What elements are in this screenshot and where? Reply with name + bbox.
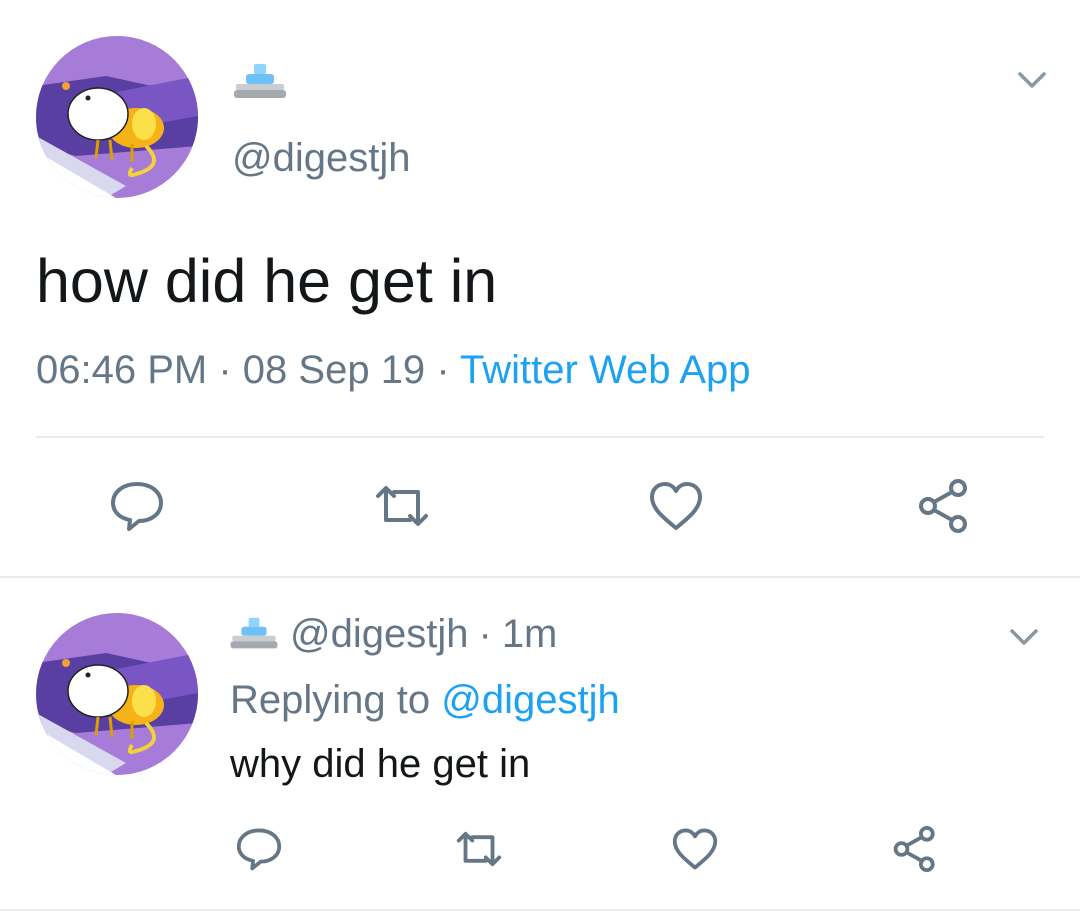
retweet-icon [376, 486, 428, 526]
avatar-image [36, 36, 198, 198]
replying-prefix: Replying to [230, 678, 431, 722]
share-icon [919, 479, 967, 533]
retweet-button[interactable] [370, 474, 434, 538]
tweet-source-link[interactable]: Twitter Web App [460, 348, 751, 392]
retweet-button[interactable] [452, 822, 506, 876]
fountain-emoji-icon [232, 62, 288, 102]
tweet-date: 08 Sep 19 [242, 348, 426, 392]
chevron-down-icon[interactable] [1014, 66, 1050, 94]
mention-link[interactable]: @digestjh [441, 678, 619, 722]
tweet-age: 1m [501, 612, 558, 656]
reply-button[interactable] [105, 474, 169, 538]
reply-button[interactable] [232, 822, 286, 876]
fountain-emoji-icon [228, 616, 280, 652]
tweet-divider [0, 909, 1080, 911]
like-button[interactable] [644, 474, 708, 538]
tweet-time: 06:46 PM [36, 348, 208, 392]
avatar[interactable] [36, 36, 198, 198]
avatar-image [36, 613, 198, 775]
meta-separator: · [478, 612, 492, 656]
reply-avatar[interactable] [36, 613, 198, 775]
share-icon [893, 826, 935, 872]
reply-header: @digestjh · 1m [228, 612, 557, 656]
like-icon [650, 482, 702, 530]
reply-icon [236, 828, 282, 871]
retweet-icon [456, 831, 502, 867]
reply-icon [111, 482, 163, 531]
meta-separator: · [218, 348, 232, 392]
like-button[interactable] [668, 822, 722, 876]
tweet-text: how did he get in [36, 247, 498, 315]
tweet-meta: 06:46 PM · 08 Sep 19 · Twitter Web App [36, 348, 751, 392]
share-button[interactable] [912, 474, 976, 538]
reply-text: why did he get in [230, 742, 531, 786]
meta-separator: · [436, 348, 450, 392]
like-icon [672, 828, 718, 870]
share-button[interactable] [888, 822, 942, 876]
user-handle[interactable]: @digestjh [232, 136, 410, 180]
replying-to: Replying to @digestjh [230, 678, 620, 722]
divider [36, 436, 1044, 438]
chevron-down-icon[interactable] [1006, 624, 1042, 650]
tweet-divider [0, 576, 1080, 578]
user-handle[interactable]: @digestjh [290, 612, 468, 656]
